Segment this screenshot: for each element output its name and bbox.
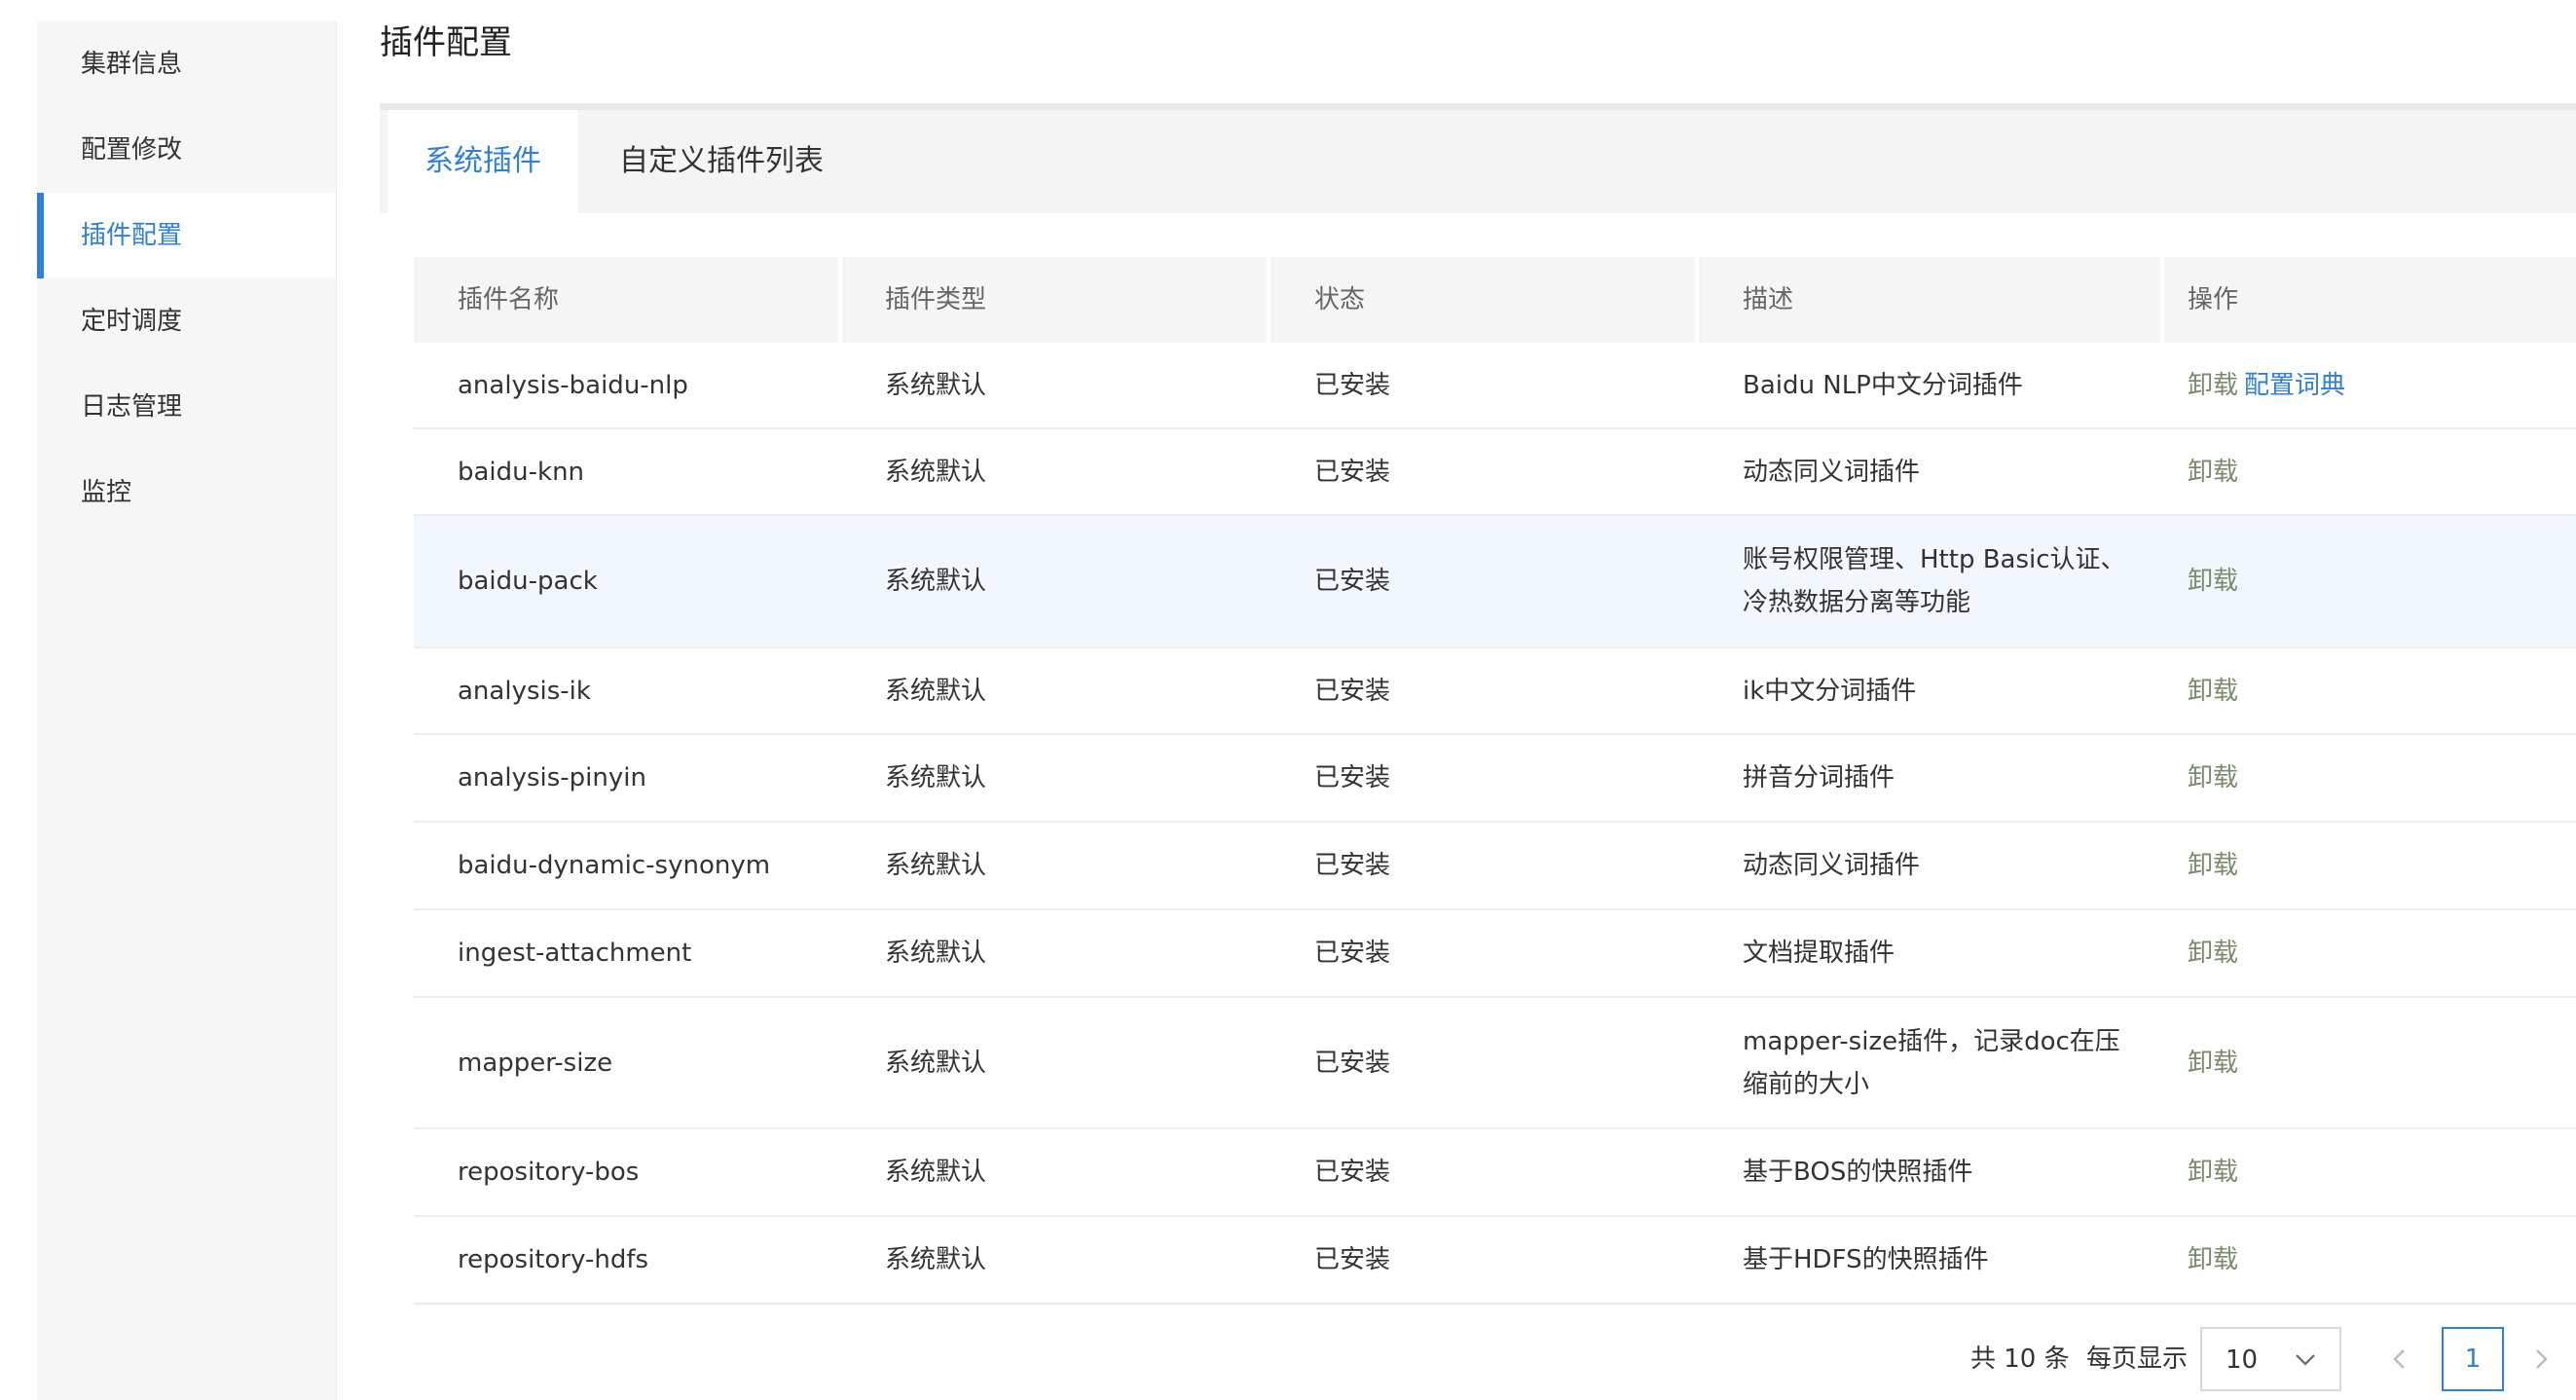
column-header-name: 插件名称 (414, 257, 842, 343)
pagination-total: 共 10 条 (1970, 1345, 2070, 1374)
cell-actions: 卸载 (2164, 670, 2576, 713)
column-header-type: 插件类型 (842, 257, 1270, 343)
chevron-down-icon (2296, 1354, 2315, 1366)
cell-description: 基于BOS的快照插件 (1743, 1158, 1973, 1187)
cell-actions: 卸载 (2164, 1238, 2576, 1281)
cell-plugin-name: analysis-ik (458, 676, 591, 706)
page-size-label: 每页显示 (2086, 1345, 2189, 1374)
cell-description: 动态同义词插件 (1743, 851, 1921, 880)
cell-plugin-name: baidu-pack (458, 567, 598, 596)
cell-plugin-name: analysis-baidu-nlp (458, 370, 688, 400)
table-row: repository-hdfs 系统默认 已安装 基于HDFS的快照插件 卸载 (414, 1217, 2576, 1305)
table-header: 插件名称 插件类型 状态 描述 操作 (414, 257, 2576, 343)
sidebar-item-scheduled-tasks[interactable]: 定时调度 (37, 278, 336, 364)
cell-plugin-name: mapper-size (458, 1048, 613, 1078)
cell-actions: 卸载 (2164, 451, 2576, 494)
uninstall-link[interactable]: 卸载 (2188, 371, 2238, 400)
cell-actions: 卸载 (2164, 844, 2576, 887)
cell-description: Baidu NLP中文分词插件 (1743, 370, 2023, 400)
cell-plugin-type: 系统默认 (885, 457, 987, 487)
tab-system-plugins[interactable]: 系统插件 (387, 110, 578, 213)
uninstall-link[interactable]: 卸载 (2188, 851, 2238, 880)
cell-plugin-type: 系统默认 (885, 370, 987, 400)
page-title: 插件配置 (380, 23, 512, 62)
sidebar-item-monitoring[interactable]: 监控 (37, 450, 336, 535)
pagination-page-current[interactable]: 1 (2442, 1327, 2504, 1391)
cell-actions: 卸载 (2164, 1151, 2576, 1194)
uninstall-link[interactable]: 卸载 (2188, 1158, 2238, 1187)
sidebar-item-config-edit[interactable]: 配置修改 (37, 107, 336, 193)
cell-plugin-type: 系统默认 (885, 1158, 987, 1187)
cell-actions: 卸载 配置词典 (2164, 364, 2576, 407)
cell-status: 已安装 (1314, 676, 1391, 706)
tab-custom-plugins[interactable]: 自定义插件列表 (596, 110, 847, 213)
cell-plugin-name: baidu-dynamic-synonym (458, 851, 771, 880)
table-row: baidu-knn 系统默认 已安装 动态同义词插件 卸载 (414, 429, 2576, 516)
cell-status: 已安装 (1314, 567, 1391, 596)
table-row: analysis-ik 系统默认 已安装 ik中文分词插件 卸载 (414, 648, 2576, 735)
cell-description: 基于HDFS的快照插件 (1743, 1245, 1989, 1274)
cell-plugin-type: 系统默认 (885, 676, 987, 706)
table-row: analysis-pinyin 系统默认 已安装 拼音分词插件 卸载 (414, 735, 2576, 823)
cell-plugin-type: 系统默认 (885, 567, 987, 596)
plugin-table: 插件名称 插件类型 状态 描述 操作 analysis-baidu-nlp 系统… (414, 257, 2576, 1305)
cell-description: 拼音分词插件 (1743, 763, 1895, 792)
cell-actions: 卸载 (2164, 756, 2576, 799)
cell-status: 已安装 (1314, 1158, 1391, 1187)
cell-plugin-type: 系统默认 (885, 1245, 987, 1274)
uninstall-link[interactable]: 卸载 (2188, 1049, 2238, 1078)
cell-description: mapper-size插件，记录doc在压缩前的大小 (1743, 1026, 2120, 1099)
uninstall-link[interactable]: 卸载 (2188, 567, 2238, 596)
cell-description: 动态同义词插件 (1743, 457, 1921, 487)
cell-status: 已安装 (1314, 1245, 1391, 1274)
cell-description: 账号权限管理、Http Basic认证、冷热数据分离等功能 (1743, 545, 2126, 617)
cell-status: 已安装 (1314, 1048, 1391, 1078)
table-row: baidu-dynamic-synonym 系统默认 已安装 动态同义词插件 卸… (414, 823, 2576, 910)
cell-actions: 卸载 (2164, 932, 2576, 975)
cell-actions: 卸载 (2164, 560, 2576, 603)
page-size-select[interactable]: 10 (2200, 1327, 2341, 1391)
cell-plugin-type: 系统默认 (885, 763, 987, 792)
configure-dictionary-link[interactable]: 配置词典 (2244, 371, 2345, 400)
cell-plugin-name: analysis-pinyin (458, 763, 646, 792)
cell-actions: 卸载 (2164, 1042, 2576, 1085)
cell-plugin-type: 系统默认 (885, 1048, 987, 1078)
tab-bar: 系统插件 自定义插件列表 (380, 103, 2576, 213)
cell-status: 已安装 (1314, 370, 1391, 400)
cell-description: ik中文分词插件 (1743, 676, 1917, 706)
cell-status: 已安装 (1314, 851, 1391, 880)
uninstall-link[interactable]: 卸载 (2188, 677, 2238, 706)
sidebar-item-plugin-config[interactable]: 插件配置 (37, 193, 336, 278)
cell-description: 文档提取插件 (1743, 939, 1895, 968)
cell-plugin-name: ingest-attachment (458, 939, 692, 968)
table-row: mapper-size 系统默认 已安装 mapper-size插件，记录doc… (414, 998, 2576, 1129)
cell-plugin-type: 系统默认 (885, 939, 987, 968)
cell-plugin-name: repository-hdfs (458, 1245, 649, 1274)
chevron-left-icon[interactable] (2382, 1340, 2417, 1379)
uninstall-link[interactable]: 卸载 (2188, 763, 2238, 792)
cell-status: 已安装 (1314, 457, 1391, 487)
cell-status: 已安装 (1314, 763, 1391, 792)
sidebar-item-cluster-info[interactable]: 集群信息 (37, 21, 336, 107)
sidebar: 集群信息 配置修改 插件配置 定时调度 日志管理 监控 (37, 21, 337, 1400)
cell-status: 已安装 (1314, 939, 1391, 968)
cell-plugin-name: repository-bos (458, 1158, 640, 1187)
chevron-right-icon[interactable] (2523, 1340, 2558, 1379)
uninstall-link[interactable]: 卸载 (2188, 939, 2238, 968)
table-row: analysis-baidu-nlp 系统默认 已安装 Baidu NLP中文分… (414, 343, 2576, 429)
column-header-status: 状态 (1270, 257, 1699, 343)
uninstall-link[interactable]: 卸载 (2188, 1245, 2238, 1274)
cell-plugin-type: 系统默认 (885, 851, 987, 880)
page-size-value: 10 (2226, 1345, 2259, 1375)
column-header-description: 描述 (1699, 257, 2164, 343)
cell-plugin-name: baidu-knn (458, 457, 585, 487)
table-row: repository-bos 系统默认 已安装 基于BOS的快照插件 卸载 (414, 1129, 2576, 1217)
column-header-actions: 操作 (2188, 285, 2239, 314)
table-row: ingest-attachment 系统默认 已安装 文档提取插件 卸载 (414, 910, 2576, 998)
uninstall-link[interactable]: 卸载 (2188, 458, 2238, 487)
table-row: baidu-pack 系统默认 已安装 账号权限管理、Http Basic认证、… (414, 516, 2576, 648)
sidebar-item-log-management[interactable]: 日志管理 (37, 364, 336, 450)
